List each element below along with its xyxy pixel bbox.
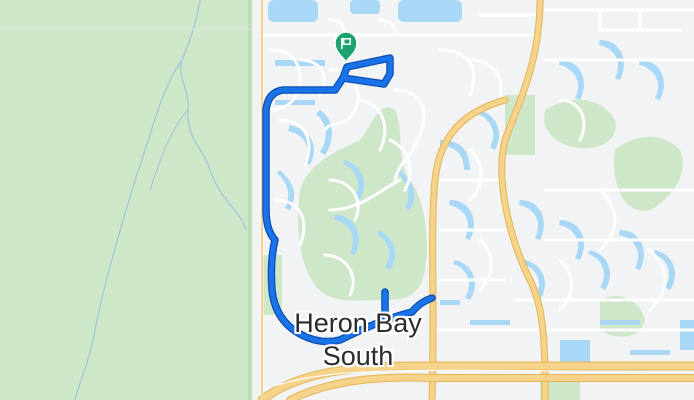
map-view[interactable]: Heron Bay South [0, 0, 694, 400]
lake [398, 0, 462, 22]
lake [268, 0, 318, 22]
map-canvas [0, 0, 694, 400]
lake [350, 0, 380, 14]
lake [680, 320, 694, 350]
nature-preserve [0, 0, 252, 400]
preserve-edge [248, 0, 252, 400]
